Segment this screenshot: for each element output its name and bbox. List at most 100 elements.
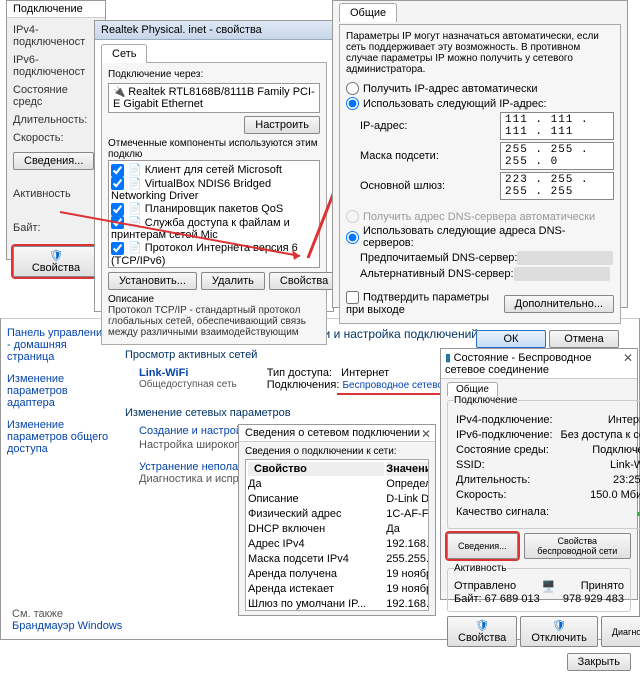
access-label: Тип доступа: [267, 367, 332, 379]
dns-auto-label: Получить адрес DNS-сервера автоматически [363, 211, 595, 223]
confirm-label: Подтвердить параметры при выходе [346, 291, 489, 316]
w1-l3: Длительность: [13, 114, 99, 126]
configure-button[interactable]: Настроить [244, 116, 320, 134]
net-icon: 🖥️ [542, 580, 556, 593]
comp-check[interactable] [111, 203, 124, 216]
sent-label: Отправлено [454, 580, 516, 593]
dns-auto-radio [346, 210, 359, 223]
status-row: Длительность:23:25:40 [456, 474, 640, 487]
w1-l1: IPv6-подключеност [13, 54, 99, 78]
close-button[interactable]: Закрыть [567, 653, 631, 671]
detail-row: ДаОпределенн для по... [248, 478, 429, 491]
adapter-name: Realtek RTL8168B/8111B Family PCI-E Giga… [113, 86, 315, 110]
component-item[interactable]: 📄 Клиент для сетей Microsoft [111, 163, 317, 177]
network-type: Общедоступная сеть [139, 379, 237, 390]
w1-l0: IPv4-подключеност [13, 24, 99, 48]
adapter-settings-link[interactable]: Изменение параметров адаптера [7, 373, 111, 409]
detail-row: Аренда получена19 ноября 2016 г. 18:07:1… [248, 568, 429, 581]
status-sect: Подключение [454, 395, 517, 406]
status-row: IPv6-подключение:Без доступа к сети [456, 429, 640, 442]
properties-button[interactable]: 🛡 Свойства [13, 246, 99, 277]
tab-general2[interactable]: Общие [447, 382, 498, 396]
status-details-button[interactable]: Сведения... [447, 533, 518, 559]
component-item[interactable]: 📄 Планировщик пакетов QoS [111, 202, 317, 216]
detail-row: Шлюз по умолчани IP...192.168.0.1 [248, 598, 429, 611]
component-item[interactable]: 📄 Служба доступа к файлам и принтерам се… [111, 216, 317, 242]
access-val: Интернет [341, 367, 389, 379]
detail-row: Физический адрес1C-AF-F7-05-AB-17 [248, 508, 429, 521]
comp-check[interactable] [111, 177, 124, 190]
dns-manual-radio[interactable] [346, 231, 359, 244]
detail-row: ОписаниеD-Link DWA-525 Wireless N 150 De… [248, 493, 429, 506]
dns1-label: Предпочитаемый DNS-сервер: [360, 252, 517, 264]
status-row: Качество сигнала: [456, 504, 640, 520]
tab-network[interactable]: Сеть [101, 44, 147, 63]
detail-row: Адрес IPv4192.168.0.103 [248, 538, 429, 551]
comp-check[interactable] [111, 242, 124, 255]
sent-val: 67 689 013 [485, 593, 540, 605]
ip-manual-label: Использовать следующий IP-адрес: [363, 98, 547, 110]
details-sub: Сведения о подключении к сети: [245, 446, 429, 457]
b-diag[interactable]: Диагностика [601, 616, 640, 647]
wifi-props-button[interactable]: Свойства беспроводной сети [524, 533, 631, 559]
close-icon[interactable]: ✕ [421, 427, 431, 441]
dns2-input[interactable] [514, 267, 610, 281]
recv-val: 978 929 483 [563, 593, 624, 605]
close-icon[interactable]: ✕ [623, 351, 633, 365]
tab-general[interactable]: Общие [339, 3, 397, 22]
ip-manual-radio[interactable] [346, 97, 359, 110]
details-button[interactable]: Сведения... [13, 152, 94, 170]
see-also: См. также [12, 608, 122, 620]
bytes-label: Байт: [454, 593, 482, 605]
b-disable[interactable]: 🛡Отключить [520, 616, 598, 647]
status-row: SSID:Link-WiFi [456, 459, 640, 472]
comp-props-button[interactable]: Свойства [269, 272, 339, 290]
win1-title: Подключение [7, 1, 105, 18]
activity-legend: Активность [454, 563, 507, 574]
install-button[interactable]: Установить... [108, 272, 197, 290]
detail-row: Маска подсети IPv4255.255.255.0 [248, 553, 429, 566]
gw-label: Основной шлюз: [360, 180, 500, 192]
win2-title: Realtek Physical. inet - свойства [95, 21, 333, 40]
dns1-input[interactable] [517, 251, 613, 265]
advanced-button[interactable]: Дополнительно... [504, 295, 614, 313]
comp-check[interactable] [111, 216, 124, 229]
gw-input[interactable]: 223 . 255 . 255 . 255 [500, 172, 614, 200]
detail-row: DHCP включенДа [248, 523, 429, 536]
mask-label: Маска подсети: [360, 150, 500, 162]
desc-label: Описание [108, 294, 320, 305]
ip-auto-label: Получить IP-адрес автоматически [363, 83, 537, 95]
component-item[interactable]: 📄 VirtualBox NDIS6 Bridged Networking Dr… [111, 177, 317, 203]
confirm-checkbox[interactable] [346, 291, 359, 304]
ip-intro: Параметры IP могут назначаться автоматич… [346, 31, 614, 75]
dns2-label: Альтернативный DNS-сервер: [360, 268, 514, 280]
component-item[interactable]: 📄 Протокол Интернета версии 4 (TCP/IPv4) [111, 267, 317, 268]
firewall-link[interactable]: Брандмауэр Windows [12, 620, 122, 632]
status-row: IPv4-подключение:Интернет [456, 414, 640, 427]
recv-label: Принято [581, 580, 624, 593]
status-title: ▮ Состояние - Беспроводное сетевое соеди… [441, 349, 637, 379]
ip-input[interactable]: 111 . 111 . 111 . 111 [500, 112, 614, 140]
components-label: Отмеченные компоненты используются этим … [108, 138, 320, 160]
desc-text: Протокол TCP/IP - стандартный протокол г… [108, 305, 320, 338]
cancel-button[interactable]: Отмена [549, 330, 619, 348]
ip-auto-radio[interactable] [346, 82, 359, 95]
remove-button[interactable]: Удалить [201, 272, 265, 290]
conn-label: Подключения: [267, 379, 340, 391]
detail-row: Аренда истекает19 ноября 2016 г. 21:07:1… [248, 583, 429, 596]
col-prop: Свойство [248, 462, 384, 476]
comp-check[interactable] [111, 164, 124, 177]
ok-button[interactable]: ОК [476, 330, 546, 348]
component-item[interactable]: 📄 Протокол Интернета версия 6 (TCP/IPv6) [111, 241, 317, 267]
b-props[interactable]: 🛡Свойства [447, 616, 517, 647]
connect-via-label: Подключение через: [108, 69, 320, 80]
status-row: Состояние среды:Подключено [456, 444, 640, 457]
ip-label: IP-адрес: [360, 120, 500, 132]
network-name[interactable]: Link-WiFi [139, 367, 237, 379]
mask-input[interactable]: 255 . 255 . 255 . 0 [500, 142, 614, 170]
sharing-settings-link[interactable]: Изменение параметров общего доступа [7, 419, 111, 455]
w1-activity: Активность [13, 188, 99, 200]
w1-l2: Состояние средс [13, 84, 99, 108]
w1-bytes: Байт: [13, 222, 99, 234]
details-title: Сведения о сетевом подключении✕ [239, 425, 435, 442]
